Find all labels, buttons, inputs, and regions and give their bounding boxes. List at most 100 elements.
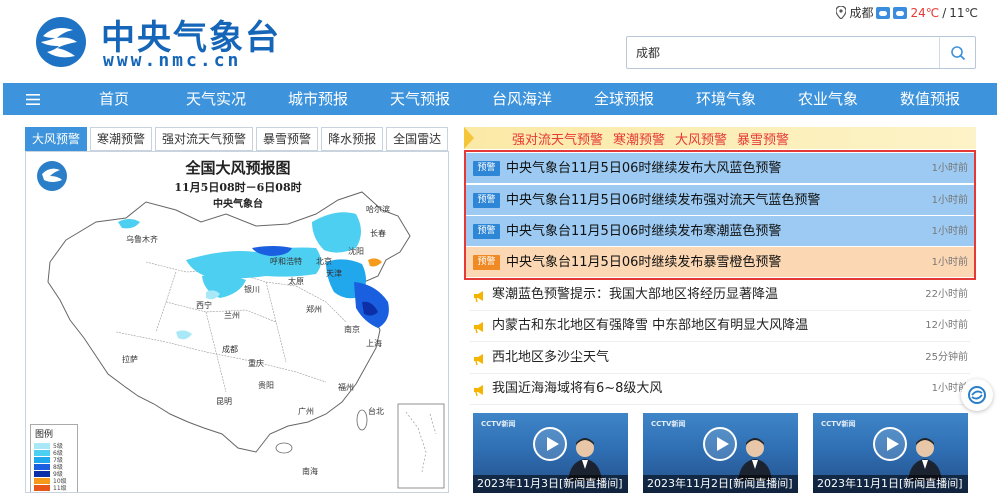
nav-item-home[interactable]: 首页 [63,83,165,115]
news-title[interactable]: 我国近海海域将有6~8级大风 [492,374,662,404]
site-header: 中央气象台 www.nmc.cn 成都 24℃ / 11℃ [0,0,1000,82]
video-channel: CCTV新闻 [481,420,516,428]
legend-swatch [34,470,50,477]
warning-title[interactable]: 中央气象台11月5日06时继续发布强对流天气蓝色预警 [506,185,820,216]
search-box [626,36,976,69]
map-label-lanzhou: 兰州 [224,310,240,320]
search-button[interactable] [939,37,975,68]
map-label-yinchuan: 银川 [244,284,260,294]
video-caption[interactable]: 2023年11月2日[新闻直播间] [643,475,798,493]
legend-swatch [34,449,50,456]
main-nav: 首页 天气实况 城市预报 天气预报 台风海洋 全球预报 环境气象 农业气象 数值… [3,83,997,115]
menu-button[interactable] [3,83,63,115]
alert-gale[interactable]: 大风预警 [675,129,727,148]
brand-domain[interactable]: www.nmc.cn [103,50,241,71]
news-item[interactable]: 我国近海海域将有6~8级大风 1小时前 [470,374,970,405]
map-label-nanjing: 南京 [344,324,360,334]
video-card[interactable]: CCTV新闻 2023年11月3日[新闻直播间] [473,413,628,493]
map-label-beijing: 北京 [316,256,332,266]
warning-badge: 预警 [473,224,500,239]
horn-icon [474,385,483,397]
news-title[interactable]: 内蒙古和东北地区有强降雪 中东部地区有明显大风降温 [492,311,808,341]
news-title[interactable]: 西北地区多沙尘天气 [492,343,609,373]
location-city[interactable]: 成都 [849,4,873,21]
hamburger-icon [26,93,40,105]
tab-precipitation-forecast[interactable]: 降水预报 [321,127,384,151]
nav-item-typhoon-marine[interactable]: 台风海洋 [471,83,573,115]
warning-title[interactable]: 中央气象台11月5日06时继续发布大风蓝色预警 [506,153,781,184]
tab-national-radar[interactable]: 全国雷达 [386,127,449,151]
warning-item[interactable]: 预警 中央气象台11月5日06时继续发布寒潮蓝色预警 1小时前 [466,216,974,247]
forecast-tabs: 大风预警 寒潮预警 强对流天气预警 暴雪预警 降水预报 全国雷达 [25,127,451,151]
nav-item-global-forecast[interactable]: 全球预报 [573,83,675,115]
alert-ticker: 强对流天气预警 寒潮预警 大风预警 暴雪预警 [464,127,976,149]
ticker-arrow-icon [464,127,474,149]
floating-assistant-button[interactable] [961,379,993,411]
news-item[interactable]: 内蒙古和东北地区有强降雪 中东部地区有明显大风降温 12小时前 [470,311,970,342]
refresh-logo-icon [968,386,986,404]
news-time: 25分钟前 [925,352,968,363]
alert-cold-wave[interactable]: 寒潮预警 [613,129,665,148]
map-label-zhengzhou: 郑州 [306,304,322,314]
search-icon [950,45,965,60]
horn-icon [474,354,483,366]
map-subtitle: 11月5日08时－6日08时 [174,181,302,194]
horn-icon [474,322,483,334]
map-legend: 图例 5级 6级 7级 8级 9级 10级 11级 [30,424,78,492]
location-pin-icon [836,6,847,19]
nav-item-city-forecast[interactable]: 城市预报 [267,83,369,115]
map-label-fuzhou: 福州 [338,383,354,392]
map-label-kunming: 昆明 [216,397,232,406]
search-input[interactable] [627,37,939,68]
legend-swatch [34,484,50,491]
map-title: 全国大风预报图 [185,159,291,177]
play-icon[interactable] [533,427,567,461]
nav-item-agriculture[interactable]: 农业气象 [777,83,879,115]
map-label-tianjin: 天津 [326,268,342,278]
warning-badge: 预警 [473,193,500,208]
video-caption[interactable]: 2023年11月3日[新闻直播间] [473,475,628,493]
legend-item: 11级 [31,484,77,492]
tab-gale-warning[interactable]: 大风预警 [25,127,88,151]
news-time: 12小时前 [925,320,968,331]
warning-title[interactable]: 中央气象台11月5日06时继续发布寒潮蓝色预警 [506,216,781,247]
news-item[interactable]: 寒潮蓝色预警提示：我国大部地区将经历显著降温 22小时前 [470,280,970,311]
play-icon[interactable] [873,427,907,461]
tab-cold-wave-warning[interactable]: 寒潮预警 [90,127,153,151]
tab-blizzard-warning[interactable]: 暴雪预警 [256,127,319,151]
legend-swatch [34,463,50,470]
alert-blizzard[interactable]: 暴雪预警 [737,129,789,148]
video-card[interactable]: CCTV新闻 2023年11月2日[新闻直播间] [643,413,798,493]
nav-item-observations[interactable]: 天气实况 [165,83,267,115]
warning-item[interactable]: 预警 中央气象台11月5日06时继续发布暴雪橙色预警 1小时前 [466,247,974,278]
video-caption[interactable]: 2023年11月1日[新闻直播间] [813,475,968,493]
map-label-guiyang: 贵阳 [258,380,274,390]
legend-swatch [34,456,50,463]
warning-badge: 预警 [473,161,500,176]
warning-item[interactable]: 预警 中央气象台11月5日06时继续发布强对流天气蓝色预警 1小时前 [466,185,974,216]
alert-convective[interactable]: 强对流天气预警 [512,129,603,148]
gale-forecast-map[interactable]: 乌鲁木齐 哈尔滨 长春 呼和浩特 北京 沈阳 天津 太原 银川 郑州 西宁 兰州… [25,151,449,493]
warning-time: 1小时前 [931,195,968,206]
map-label-lhasa: 拉萨 [122,354,138,364]
legend-swatch [34,477,50,484]
legend-label: 11级 [53,485,67,492]
cma-logo-icon[interactable] [33,16,89,68]
nav-item-weather-forecast[interactable]: 天气预报 [369,83,471,115]
nav-item-environment[interactable]: 环境气象 [675,83,777,115]
news-item[interactable]: 西北地区多沙尘天气 25分钟前 [470,343,970,374]
tab-convective-warning[interactable]: 强对流天气预警 [155,127,254,151]
warning-item[interactable]: 预警 中央气象台11月5日06时继续发布大风蓝色预警 1小时前 [466,153,974,184]
temp-high: 24℃ [910,5,940,20]
location-weather[interactable]: 成都 24℃ / 11℃ [836,4,978,21]
video-card[interactable]: CCTV新闻 2023年11月1日[新闻直播间] [813,413,968,493]
play-icon[interactable] [703,427,737,461]
news-title[interactable]: 寒潮蓝色预警提示：我国大部地区将经历显著降温 [492,280,778,310]
warning-list: 预警 中央气象台11月5日06时继续发布大风蓝色预警 1小时前 预警 中央气象台… [464,150,976,280]
warning-time: 1小时前 [931,257,968,268]
warning-time: 1小时前 [931,163,968,174]
nav-item-numerical[interactable]: 数值预报 [879,83,981,115]
sunny-weather-icon [876,6,891,19]
map-label-changchun: 长春 [370,228,386,238]
warning-title[interactable]: 中央气象台11月5日06时继续发布暴雪橙色预警 [506,247,781,278]
